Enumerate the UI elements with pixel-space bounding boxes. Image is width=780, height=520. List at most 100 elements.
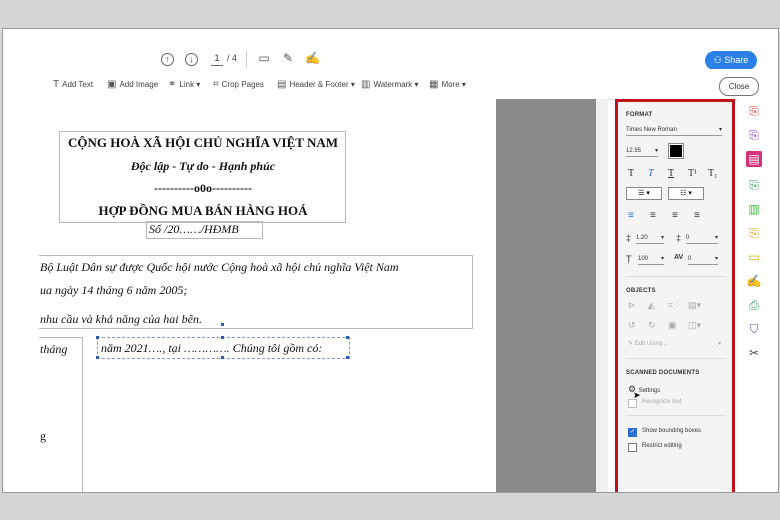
- objects-heading: OBJECTS: [626, 288, 656, 294]
- edit-toolbar: T Add Text ▣ Add Image ⚭ Link ▾ ⌗ Crop Pages…: [39, 69, 778, 100]
- superscript-button[interactable]: T¹: [688, 168, 697, 179]
- document-page: CỘNG HOÀ XÃ HỘI CHỦ NGHĨA VIỆT NAM Độc l…: [39, 99, 496, 492]
- previous-page-icon[interactable]: ↑: [161, 53, 174, 66]
- chevron-down-icon: ▾: [660, 256, 664, 262]
- restrict-editing-checkbox[interactable]: [628, 443, 637, 452]
- more-icon: ▦: [429, 79, 439, 90]
- left-column-box[interactable]: [39, 337, 83, 492]
- protect-icon[interactable]: ⛉: [746, 321, 762, 337]
- organize-pages-icon[interactable]: ▥: [746, 201, 762, 217]
- sign-icon[interactable]: ✍: [305, 51, 320, 65]
- scanned-documents-heading: SCANNED DOCUMENTS: [626, 370, 700, 376]
- font-family-dropdown[interactable]: Times New Roman ▾: [626, 125, 722, 136]
- page-background: [496, 99, 596, 492]
- comment-icon[interactable]: ▭: [746, 249, 762, 265]
- horizontal-scale-dropdown[interactable]: 100 ▾: [638, 254, 664, 265]
- replace-image-icon[interactable]: ▣: [668, 320, 677, 331]
- watermark-button[interactable]: ▥ Watermark ▾: [361, 79, 419, 91]
- resize-handle[interactable]: [96, 356, 99, 359]
- more-tools-icon[interactable]: ✂: [746, 345, 762, 361]
- align-right-icon[interactable]: ≡: [672, 210, 678, 221]
- header-footer-button[interactable]: ▤ Header & Footer ▾: [277, 79, 355, 91]
- link-icon: ⚭: [168, 79, 177, 90]
- add-text-button[interactable]: T Add Text: [53, 79, 93, 91]
- justify-icon[interactable]: ≡: [694, 210, 700, 221]
- show-bounding-boxes-checkbox[interactable]: ✓: [628, 428, 637, 437]
- app-window: ↑ ↓ 1 / 4 ▭ ✎ ✍ ⚇ Share T Add Text ▣ Add I…: [2, 28, 779, 493]
- comment-pdf-icon[interactable]: ⎘: [746, 127, 762, 143]
- more-button[interactable]: ▦ More ▾: [429, 79, 466, 91]
- resize-handle[interactable]: [346, 336, 349, 339]
- text-icon: T: [53, 79, 60, 90]
- font-size-dropdown[interactable]: 12.95 ▾: [626, 146, 658, 157]
- flip-triangle-icon[interactable]: ⊳: [628, 300, 636, 311]
- divider: [626, 276, 726, 277]
- plain-text-button[interactable]: T: [628, 168, 634, 179]
- edit-using-button[interactable]: ✎ Edit Using...: [628, 340, 667, 347]
- add-image-button[interactable]: ▣ Add Image: [107, 79, 158, 91]
- restrict-editing-label: Restrict editing: [642, 443, 682, 449]
- divider: [626, 415, 726, 416]
- watermark-icon: ▥: [361, 79, 371, 90]
- crop-icon: ⌗: [213, 79, 219, 90]
- numbered-list-dropdown[interactable]: ☷ ▾: [668, 187, 704, 200]
- body-text-fragment: g: [40, 429, 46, 443]
- chevron-down-icon: ▾: [718, 341, 722, 347]
- close-button[interactable]: Close: [719, 77, 759, 96]
- mouse-cursor-icon: ➤: [633, 390, 641, 400]
- arrange-icon[interactable]: ◫▾: [688, 320, 701, 331]
- resize-handle[interactable]: [346, 356, 349, 359]
- align-left-icon[interactable]: ≡: [628, 210, 634, 221]
- resize-handle[interactable]: [221, 336, 224, 339]
- contract-number: Số /20……/HĐMB: [149, 222, 239, 236]
- next-page-icon[interactable]: ↓: [185, 53, 198, 66]
- page-number-input[interactable]: 1: [211, 52, 223, 66]
- chevron-down-icon: ▾: [718, 127, 722, 133]
- italic-button[interactable]: T: [648, 168, 654, 179]
- resize-handle[interactable]: [221, 356, 224, 359]
- panel-collapse-strip[interactable]: [596, 99, 608, 492]
- rotate-handle[interactable]: [221, 323, 224, 326]
- export-pdf-icon[interactable]: ⎘: [746, 103, 762, 119]
- font-color-picker[interactable]: [668, 143, 684, 159]
- link-button[interactable]: ⚭ Link ▾: [168, 79, 200, 91]
- motto: Độc lập - Tự do - Hạnh phúc: [130, 159, 276, 173]
- create-pdf-icon[interactable]: ⎘: [746, 177, 762, 193]
- paragraph-spacing-icon: ‡: [676, 233, 682, 243]
- divider: [626, 358, 726, 359]
- resize-handle[interactable]: [96, 336, 99, 339]
- edit-pdf-icon[interactable]: ▤: [746, 151, 762, 167]
- pencil-icon: ✎: [628, 341, 635, 347]
- preamble-line-2: ua ngày 14 tháng 6 năm 2005;: [40, 283, 188, 297]
- image-icon: ▣: [107, 79, 117, 90]
- chevron-down-icon: ▾: [714, 256, 718, 262]
- export-icon[interactable]: ⎘: [746, 225, 762, 241]
- underline-button[interactable]: T: [668, 168, 674, 179]
- character-spacing-dropdown[interactable]: 0 ▾: [688, 254, 718, 265]
- recognize-text-label: Recognize text: [642, 399, 682, 405]
- share-button[interactable]: ⚇ Share: [705, 51, 757, 70]
- rotate-left-icon[interactable]: ↺: [628, 320, 636, 331]
- rotate-right-icon[interactable]: ↻: [648, 320, 656, 331]
- paragraph-spacing-dropdown[interactable]: 0 ▾: [686, 233, 718, 244]
- character-spacing-icon: AV: [674, 254, 684, 261]
- header-footer-icon: ▤: [277, 79, 287, 90]
- align-objects-icon[interactable]: ▤▾: [688, 300, 701, 311]
- align-center-icon[interactable]: ≡: [650, 210, 656, 221]
- bullet-list-dropdown[interactable]: ☰ ▾: [626, 187, 662, 200]
- preamble-line-3: nhu cầu và khả năng của hai bên.: [40, 312, 202, 326]
- crop-icon[interactable]: ⌗: [668, 300, 673, 311]
- preamble-line-1: Bộ Luật Dân sự được Quốc hội nước Cộng h…: [40, 260, 399, 274]
- horizontal-scale-icon: Ṭ: [626, 254, 632, 264]
- highlight-pen-icon[interactable]: ✎: [281, 51, 295, 65]
- flip-horizontal-icon[interactable]: ◭: [648, 300, 655, 311]
- contract-title: HỢP ĐỒNG MUA BÁN HÀNG HOÁ: [98, 203, 308, 218]
- subscript-button[interactable]: T₁: [708, 168, 718, 179]
- share-user-icon: ⚇: [713, 55, 725, 65]
- format-heading: FORMAT: [626, 112, 653, 118]
- print-production-icon[interactable]: ⎙: [746, 297, 762, 313]
- crop-pages-button[interactable]: ⌗ Crop Pages: [213, 79, 264, 91]
- comment-icon[interactable]: ▭: [257, 51, 271, 65]
- line-spacing-dropdown[interactable]: 1.20 ▾: [636, 233, 664, 244]
- fill-sign-icon[interactable]: ✍: [746, 273, 762, 289]
